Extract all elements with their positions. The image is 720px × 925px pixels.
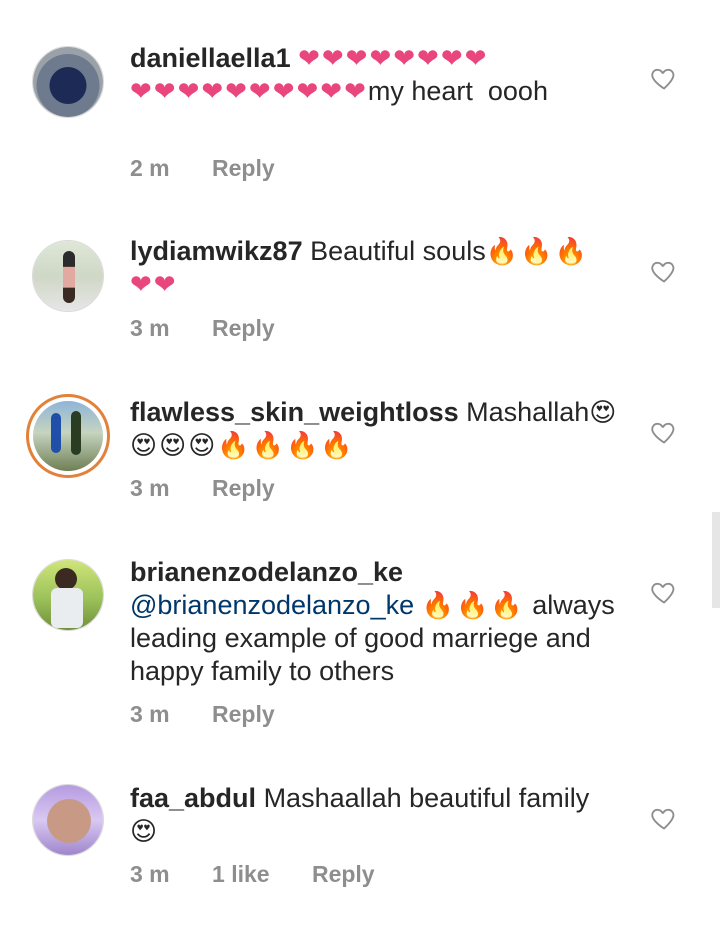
comment-meta: 3 m Reply	[130, 315, 311, 342]
comment-meta: 2 m Reply	[130, 155, 311, 182]
avatar[interactable]	[32, 784, 104, 856]
reply-button[interactable]: Reply	[212, 475, 275, 501]
reply-button[interactable]: Reply	[212, 155, 275, 181]
heart-eyes-emoji: 😍	[589, 397, 619, 427]
avatar[interactable]	[32, 46, 104, 118]
comment-text: daniellaella1 ❤❤❤❤❤❤❤❤ ❤❤❤❤❤❤❤❤❤❤my hear…	[130, 42, 630, 108]
reply-button[interactable]: Reply	[212, 315, 275, 341]
comment-body: Mashallah	[466, 397, 590, 427]
comment-meta: 3 m 1 like Reply	[130, 861, 411, 888]
comment-time: 3 m	[130, 701, 170, 727]
comment-username[interactable]: lydiamwikz87	[130, 236, 303, 266]
comment-time: 3 m	[130, 861, 170, 887]
heart-outline-icon[interactable]	[650, 418, 678, 446]
reply-button[interactable]: Reply	[312, 861, 375, 887]
like-count[interactable]: 1 like	[212, 861, 270, 887]
comment-body: Mashaallah beautiful family	[263, 783, 590, 813]
comment-username[interactable]: flawless_skin_weightloss	[130, 397, 459, 427]
comment-body: my heart oooh	[367, 76, 548, 106]
avatar[interactable]	[32, 240, 104, 312]
heart-outline-icon[interactable]	[650, 578, 678, 606]
comment-text: flawless_skin_weightloss Mashallah😍 😍😍😍🔥…	[130, 396, 630, 462]
heart-outline-icon[interactable]	[650, 257, 678, 285]
heart-eyes-emoji: 😍	[130, 816, 160, 846]
comment-time: 2 m	[130, 155, 170, 181]
comment-time: 3 m	[130, 315, 170, 341]
comment-username[interactable]: daniellaella1	[130, 43, 291, 73]
reply-button[interactable]: Reply	[212, 701, 275, 727]
avatar[interactable]	[32, 559, 104, 631]
heart-outline-icon[interactable]	[650, 64, 678, 92]
heart-emoji: ❤❤❤❤❤❤❤❤	[298, 43, 489, 73]
comment-body: Beautiful souls	[310, 236, 486, 266]
emoji-row: 😍😍😍🔥🔥🔥🔥	[130, 430, 355, 460]
comment-meta: 3 m Reply	[130, 475, 311, 502]
scrollbar[interactable]	[712, 512, 720, 608]
comment-text: lydiamwikz87 Beautiful souls🔥🔥🔥 ❤❤	[130, 235, 630, 301]
comment-time: 3 m	[130, 475, 170, 501]
fire-emoji: 🔥🔥🔥	[421, 590, 525, 620]
comment-text: brianenzodelanzo_ke @brianenzodelanzo_ke…	[130, 556, 630, 688]
heart-outline-icon[interactable]	[650, 804, 678, 832]
heart-emoji: ❤❤❤❤❤❤❤❤❤❤	[130, 76, 368, 106]
mention-link[interactable]: @brianenzodelanzo_ke	[130, 590, 414, 620]
avatar-story-ring[interactable]	[26, 394, 110, 478]
comment-username[interactable]: faa_abdul	[130, 783, 256, 813]
fire-emoji: 🔥🔥🔥	[485, 236, 589, 266]
comment-text: faa_abdul Mashaallah beautiful family 😍	[130, 782, 630, 848]
heart-emoji: ❤❤	[130, 269, 178, 299]
comment-username[interactable]: brianenzodelanzo_ke	[130, 557, 403, 587]
comment-meta: 3 m Reply	[130, 701, 311, 728]
